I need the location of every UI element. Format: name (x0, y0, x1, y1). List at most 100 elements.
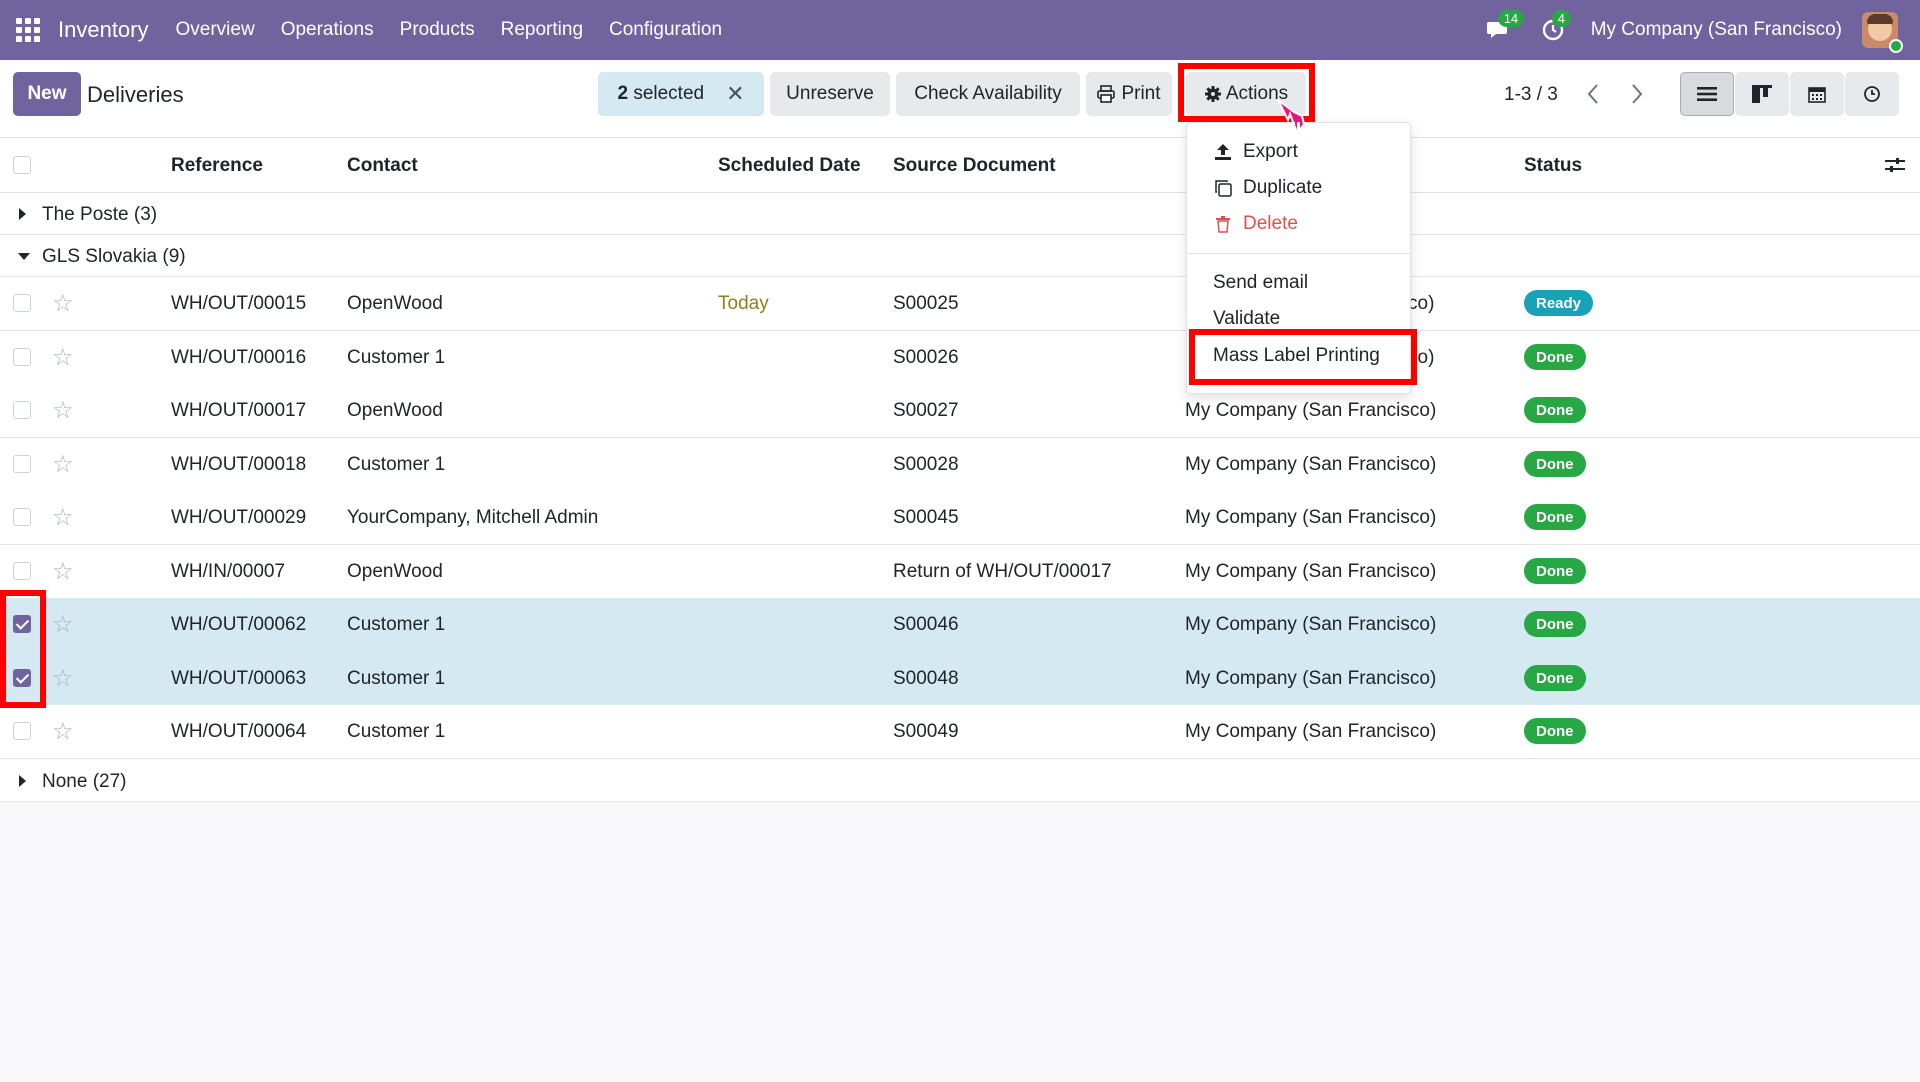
pager-next-button[interactable] (1617, 74, 1657, 114)
star-icon[interactable]: ☆ (52, 503, 74, 532)
status-badge: Done (1524, 397, 1586, 423)
list-view-button[interactable] (1680, 72, 1734, 116)
pager-value[interactable]: 1-3 / 3 (1504, 84, 1558, 106)
delete-label: Delete (1243, 213, 1298, 234)
row-source-document: Return of WH/OUT/00017 (893, 561, 1112, 582)
row-company: My Company (San Francisco) (1185, 721, 1437, 742)
star-icon[interactable]: ☆ (52, 450, 74, 479)
menu-operations[interactable]: Operations (268, 19, 387, 41)
group-label: GLS Slovakia (9) (42, 246, 186, 267)
activities-count-badge: 4 (1551, 10, 1571, 27)
group-row-none[interactable]: None (27) (0, 760, 1920, 802)
activity-view-button[interactable] (1845, 72, 1899, 116)
row-reference: WH/OUT/00029 (171, 507, 307, 528)
menu-configuration[interactable]: Configuration (596, 19, 735, 41)
optional-columns-toggle[interactable] (1885, 156, 1905, 179)
menu-overview[interactable]: Overview (163, 19, 268, 41)
export-menu-item[interactable]: Export (1213, 141, 1298, 163)
row-reference: WH/OUT/00015 (171, 293, 307, 314)
status-badge: Done (1524, 665, 1586, 691)
table-row[interactable]: ☆ WH/OUT/00016 Customer 1 S00026 co) Done (0, 331, 1920, 385)
clear-selection-icon[interactable]: ✕ (726, 81, 744, 107)
table-header: Reference Contact Scheduled Date Source … (0, 138, 1920, 193)
status-badge: Done (1524, 344, 1586, 370)
check-availability-button[interactable]: Check Availability (896, 72, 1080, 116)
star-icon[interactable]: ☆ (52, 343, 74, 372)
mass-label-printing-menu-item[interactable]: Mass Label Printing (1213, 345, 1380, 367)
table-row[interactable]: ☆ WH/OUT/00018 Customer 1 S00028 My Company … (0, 438, 1920, 492)
table-row[interactable]: ☆ WH/OUT/00064 Customer 1 S00049 My Company … (0, 705, 1920, 759)
column-contact[interactable]: Contact (347, 155, 418, 177)
row-source-document: S00045 (893, 507, 959, 528)
send-email-menu-item[interactable]: Send email (1213, 272, 1308, 294)
row-checkbox[interactable] (13, 455, 31, 473)
row-scheduled-date: Today (718, 293, 769, 314)
table-row[interactable]: ☆ WH/OUT/00063 Customer 1 S00048 My Company … (0, 652, 1920, 706)
row-reference: WH/OUT/00064 (171, 721, 307, 742)
calendar-view-button[interactable] (1790, 72, 1844, 116)
star-icon[interactable]: ☆ (52, 717, 74, 746)
menu-reporting[interactable]: Reporting (488, 19, 596, 41)
print-button[interactable]: Print (1086, 72, 1172, 116)
star-icon[interactable]: ☆ (52, 396, 74, 425)
copy-icon (1215, 180, 1232, 197)
duplicate-menu-item[interactable]: Duplicate (1213, 177, 1322, 199)
row-checkbox[interactable] (13, 562, 31, 580)
validate-menu-item[interactable]: Validate (1213, 308, 1280, 330)
column-scheduled-date[interactable]: Scheduled Date (718, 155, 861, 177)
row-source-document: S00025 (893, 293, 959, 314)
delete-menu-item[interactable]: Delete (1213, 213, 1298, 235)
row-reference: WH/IN/00007 (171, 561, 286, 582)
messages-button[interactable]: 14 (1483, 10, 1525, 46)
row-source-document: S00046 (893, 614, 959, 635)
row-contact: Customer 1 (347, 614, 446, 635)
table-row[interactable]: ☆ WH/IN/00007 OpenWood Return of WH/OUT/000… (0, 545, 1920, 599)
table-row[interactable]: ☆ WH/OUT/00029 YourCompany, Mitchell Admin… (0, 491, 1920, 545)
row-checkbox[interactable] (13, 615, 31, 633)
row-reference: WH/OUT/00016 (171, 347, 307, 368)
messages-count-badge: 14 (1497, 10, 1525, 27)
unreserve-button[interactable]: Unreserve (770, 72, 890, 116)
printer-icon (1097, 85, 1116, 103)
row-source-document: S00028 (893, 454, 959, 475)
star-icon[interactable]: ☆ (52, 664, 74, 693)
row-checkbox[interactable] (13, 722, 31, 740)
row-checkbox[interactable] (13, 294, 31, 312)
table-row[interactable]: ☆ WH/OUT/00015 OpenWood Today S00025 co) Ready (0, 277, 1920, 331)
pager-previous-button[interactable] (1573, 74, 1613, 114)
hand-cursor-icon (1272, 94, 1312, 144)
star-icon[interactable]: ☆ (52, 610, 74, 639)
row-checkbox[interactable] (13, 401, 31, 419)
row-checkbox[interactable] (13, 508, 31, 526)
column-source-document[interactable]: Source Document (893, 155, 1056, 177)
row-company: My Company (San Francisco) (1185, 668, 1437, 689)
table-row[interactable]: ☆ WH/OUT/00017 OpenWood S00027 My Company (S… (0, 384, 1920, 438)
status-badge: Done (1524, 558, 1586, 584)
row-checkbox[interactable] (13, 669, 31, 687)
table-row[interactable]: ☆ WH/OUT/00062 Customer 1 S00046 My Company … (0, 598, 1920, 652)
caret-right-icon (19, 208, 26, 220)
star-icon[interactable]: ☆ (52, 557, 74, 586)
row-contact: OpenWood (347, 400, 443, 421)
star-icon[interactable]: ☆ (52, 289, 74, 318)
activities-button[interactable]: 4 (1537, 10, 1571, 46)
company-switcher[interactable]: My Company (San Francisco) (1591, 19, 1842, 41)
kanban-view-button[interactable] (1735, 72, 1789, 116)
group-row-the-poste[interactable]: The Poste (3) (0, 193, 1920, 235)
user-avatar[interactable] (1862, 12, 1903, 53)
column-status[interactable]: Status (1524, 155, 1582, 177)
apps-menu-icon[interactable] (16, 18, 40, 42)
app-name[interactable]: Inventory (58, 17, 149, 43)
menu-products[interactable]: Products (387, 19, 488, 41)
column-reference[interactable]: Reference (171, 155, 263, 177)
new-button[interactable]: New (13, 72, 81, 116)
kanban-icon (1752, 85, 1772, 103)
gear-icon (1204, 86, 1221, 102)
group-row-gls-slovakia[interactable]: GLS Slovakia (9) (0, 235, 1920, 277)
select-all-checkbox[interactable] (13, 156, 31, 174)
row-contact: OpenWood (347, 561, 443, 582)
group-label: None (27) (42, 771, 127, 792)
row-company: My Company (San Francisco) (1185, 507, 1437, 528)
export-label: Export (1243, 141, 1298, 162)
row-checkbox[interactable] (13, 348, 31, 366)
